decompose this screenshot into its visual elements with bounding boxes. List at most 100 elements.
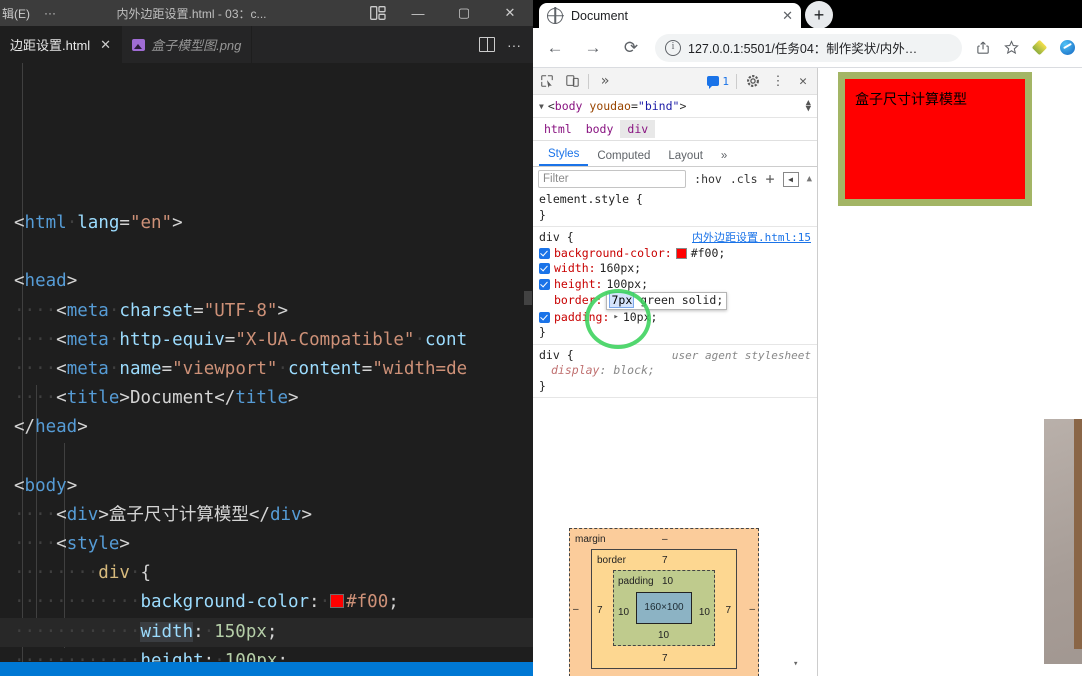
dom-node-path[interactable]: html body div <box>533 118 817 141</box>
dom-breadcrumb-row[interactable]: ▼ < body youdao = "bind" > ▲ ▼ <box>533 95 817 118</box>
presenter-video-overlay[interactable] <box>1042 417 1082 664</box>
node-path-item-html[interactable]: html <box>537 120 579 138</box>
styles-filter-input[interactable]: Filter <box>538 170 687 188</box>
close-icon[interactable]: ✕ <box>782 8 793 24</box>
close-button[interactable]: ✕ <box>487 0 533 26</box>
split-editor-icon[interactable] <box>479 37 495 52</box>
box-model-padding-left[interactable]: 10 <box>618 605 629 621</box>
forward-button[interactable]: → <box>577 32 609 64</box>
chevron-up-icon[interactable]: ▲ <box>807 174 812 184</box>
message-count-badge[interactable]: 1 <box>707 75 729 89</box>
vscode-status-bar[interactable] <box>0 662 533 676</box>
close-icon[interactable]: ✕ <box>100 37 111 53</box>
demo-div-box[interactable]: 盒子尺寸计算模型 <box>838 72 1032 206</box>
code-line[interactable]: </head> <box>0 413 533 442</box>
declaration-checkbox[interactable] <box>539 295 550 306</box>
editor-tab-html[interactable]: 边距设置.html ✕ <box>0 26 123 63</box>
box-model-margin[interactable]: margin – – – – border 7 7 7 7 paddin <box>569 528 759 676</box>
declaration-checkbox[interactable] <box>539 278 550 290</box>
chevron-down-icon[interactable]: ▼ <box>539 102 544 111</box>
declaration-property[interactable]: background-color: <box>554 246 672 262</box>
style-rule[interactable]: div {user agent stylesheet display: block… <box>533 345 817 398</box>
box-model-padding[interactable]: padding 10 10 10 10 160×100 <box>613 570 715 646</box>
share-icon[interactable] <box>970 35 996 61</box>
breadcrumb-scroll-arrows[interactable]: ▲ ▼ <box>806 99 811 114</box>
devtools-sidebar-tabs[interactable]: Styles Computed Layout» <box>533 141 817 167</box>
close-icon[interactable]: ✕ <box>794 72 812 90</box>
devtools-tab-[interactable]: » <box>712 147 736 166</box>
browser-tab-document[interactable]: Document ✕ <box>539 3 801 28</box>
style-declaration[interactable]: border: 7px green solid; <box>539 292 811 310</box>
code-line[interactable]: ············background-color:· #f00; <box>0 588 533 617</box>
box-model-padding-right[interactable]: 10 <box>699 605 710 621</box>
code-line[interactable]: ····<div>盒子尺寸计算模型</div> <box>0 501 533 530</box>
menu-item-edit[interactable]: 辑(E) <box>2 5 30 22</box>
declaration-value-editor[interactable]: 7px green solid; <box>606 292 728 310</box>
code-line[interactable]: <head> <box>0 267 533 296</box>
rendered-page-viewport[interactable]: 盒子尺寸计算模型 <box>818 68 1082 676</box>
hov-toggle[interactable]: :hov <box>694 172 722 186</box>
styles-pane[interactable]: element.style {} div {内外边距设置.html:15 backg… <box>533 189 817 676</box>
code-line[interactable]: ····<meta·name="viewport"·content="width… <box>0 355 533 384</box>
rule-origin[interactable]: 内外边距设置.html:15 <box>692 230 811 246</box>
box-model-border-right[interactable]: 7 <box>725 603 731 619</box>
code-line[interactable] <box>0 443 533 472</box>
code-line[interactable]: ····<style> <box>0 530 533 559</box>
style-declaration[interactable]: background-color: #f00; <box>539 246 811 262</box>
code-body[interactable]: <html·lang="en"> <head> ····<meta·charset=… <box>0 209 533 662</box>
cls-toggle[interactable]: .cls <box>730 172 758 186</box>
box-model-content[interactable]: 160×100 <box>636 592 692 624</box>
box-model-border-top[interactable]: 7 <box>662 553 668 569</box>
style-declaration[interactable]: height: 100px; <box>539 277 811 293</box>
extension-diamond-icon[interactable] <box>1026 35 1052 61</box>
code-line[interactable]: ····<meta·charset="UTF-8"> <box>0 297 533 326</box>
code-line[interactable]: ····<meta·http-equiv="X-UA-Compatible"·c… <box>0 326 533 355</box>
chevron-down-icon[interactable]: ▾ <box>793 657 798 673</box>
declaration-value-selected[interactable]: 7px <box>609 292 635 308</box>
box-model-border[interactable]: border 7 7 7 7 padding 10 10 10 10 160×1… <box>591 549 737 669</box>
rule-selector[interactable]: div { <box>539 348 574 364</box>
box-model-diagram[interactable]: margin – – – – border 7 7 7 7 paddin <box>569 528 759 676</box>
computed-sidebar-toggle[interactable]: ◀ <box>782 171 799 187</box>
style-rule[interactable]: div {内外边距设置.html:15 background-color: #f00… <box>533 227 817 345</box>
color-swatch[interactable] <box>330 594 345 609</box>
code-line[interactable]: ············width:·150px; <box>0 617 533 647</box>
devtools-tab-styles[interactable]: Styles <box>539 145 589 166</box>
declaration-value-rest[interactable]: green solid; <box>633 293 723 307</box>
code-line[interactable]: ········div·{ <box>0 559 533 588</box>
code-line[interactable]: <body> <box>0 472 533 501</box>
declaration-property[interactable]: padding: <box>554 310 609 326</box>
editor-tab-image[interactable]: 盒子模型图.png <box>122 26 253 63</box>
declaration-checkbox[interactable] <box>539 311 550 323</box>
color-swatch[interactable] <box>675 247 687 259</box>
declaration-value[interactable]: #f00; <box>691 246 726 262</box>
box-model-padding-bottom[interactable]: 10 <box>658 628 669 644</box>
more-actions-icon[interactable]: ··· <box>507 37 521 53</box>
minimize-button[interactable]: — <box>395 0 441 26</box>
code-line[interactable]: ············height:·100px; <box>0 647 533 662</box>
code-line[interactable]: <html·lang="en"> <box>0 209 533 238</box>
declaration-checkbox[interactable] <box>539 263 550 275</box>
declaration-value[interactable]: 100px; <box>606 277 648 293</box>
expand-shorthand-icon[interactable]: ▸ <box>613 310 618 326</box>
more-panels-icon[interactable]: » <box>596 72 614 90</box>
box-model-margin-left[interactable]: – <box>573 602 579 618</box>
new-style-rule-button[interactable]: + <box>766 171 775 187</box>
site-info-icon[interactable]: i <box>665 39 681 56</box>
layout-toggle-icon[interactable] <box>370 0 386 26</box>
menu-item-more[interactable]: ··· <box>44 6 56 20</box>
devtools-tab-computed[interactable]: Computed <box>588 147 659 166</box>
back-button[interactable]: ← <box>539 32 571 64</box>
declaration-property[interactable]: width: <box>554 261 596 277</box>
bookmark-star-icon[interactable] <box>998 35 1024 61</box>
node-path-item-body[interactable]: body <box>579 120 621 138</box>
chevron-down-icon[interactable]: ▼ <box>806 105 811 114</box>
code-line[interactable] <box>0 238 533 267</box>
node-path-item-div[interactable]: div <box>620 120 656 138</box>
inspect-element-icon[interactable] <box>538 72 556 90</box>
declaration-property[interactable]: border: <box>554 293 602 309</box>
devtools-tab-layout[interactable]: Layout <box>659 147 712 166</box>
reload-button[interactable]: ⟳ <box>615 32 647 64</box>
box-model-border-left[interactable]: 7 <box>597 603 603 619</box>
vscode-menu-bar[interactable]: 辑(E) ··· <box>0 0 56 26</box>
